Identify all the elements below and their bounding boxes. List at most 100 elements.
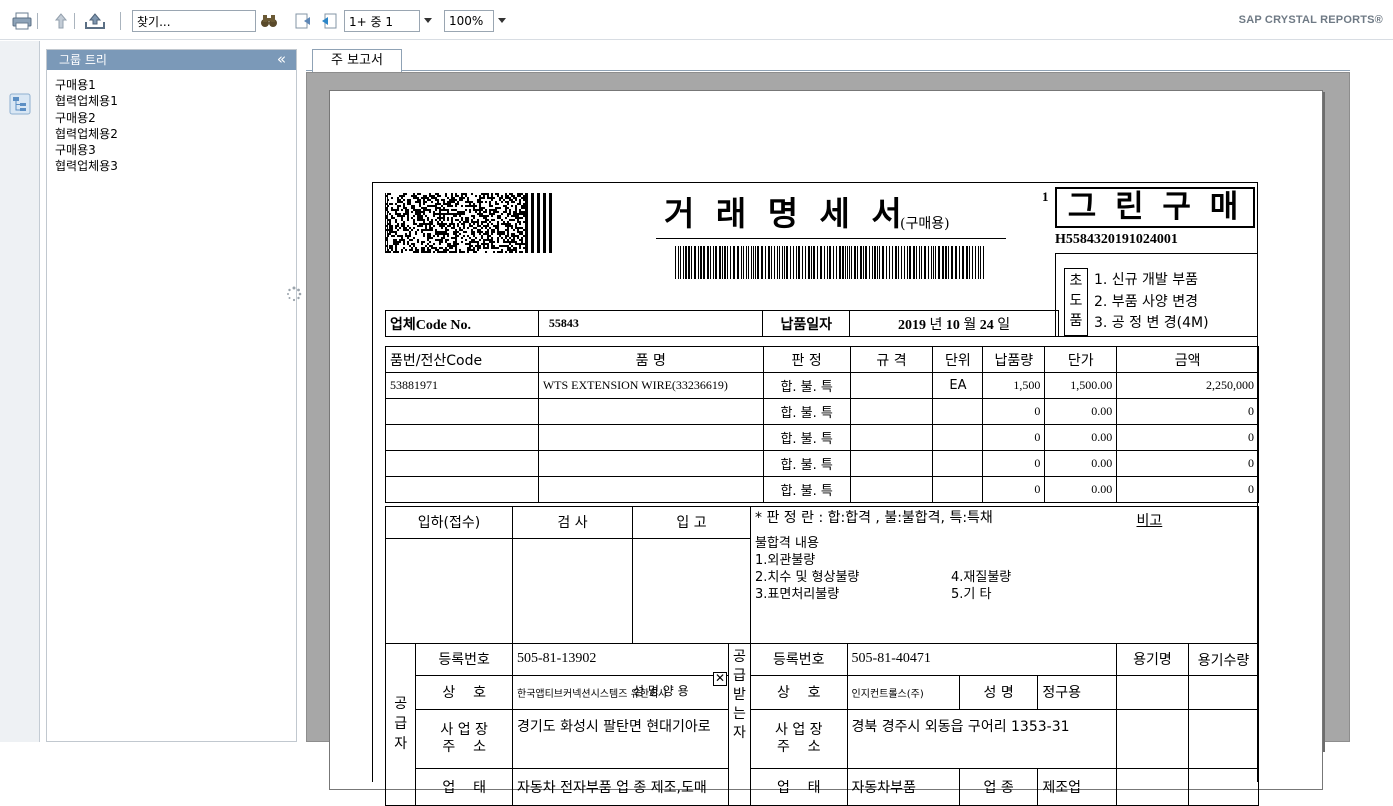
header-qty: 납품량	[982, 346, 1046, 373]
group-tree-item[interactable]: 협력업체용2	[55, 126, 296, 142]
page-number: 1	[1042, 189, 1049, 204]
initial-part-label: 초 도 품	[1064, 268, 1088, 336]
group-tree-toggle[interactable]	[9, 93, 31, 115]
cell-price: 0.00	[1044, 398, 1118, 425]
company-name: 그 린 구 매	[1055, 187, 1255, 228]
cell-unit	[932, 476, 984, 503]
supplier-reg-no: 505-81-13902	[512, 642, 729, 676]
loading-spinner-icon	[287, 286, 302, 302]
page-dropdown[interactable]	[422, 11, 434, 31]
page-number-field[interactable]: 1+ 중 1	[344, 10, 420, 32]
zoom-field[interactable]: 100%	[444, 10, 494, 32]
judgement-legend: * 판 정 란 : 합:합격 , 불:불합격, 특:특채	[755, 510, 993, 526]
report-tab-bar: 주 보고서	[306, 49, 1350, 72]
receiver-address: 경북 경주시 외동읍 구어리 1353-31	[846, 708, 1118, 770]
change-type-item: 2. 부품 사양 변경	[1094, 293, 1198, 310]
transaction-statement: 거 래 명 세 서 (구매용) 1 그 린 구 매 H5584320191024…	[372, 182, 1259, 806]
group-tree-item[interactable]: 구매용3	[55, 142, 296, 158]
cell-part-name: WTS EXTENSION WIRE(33236619)	[537, 372, 764, 399]
group-tree-header: 그룹 트리 «	[47, 50, 296, 70]
supplier-address: 경기도 화성시 팔탄면 현대기아로	[512, 708, 729, 770]
receiver-reg-no: 505-81-40471	[846, 642, 1118, 676]
cell-judgement: 합. 불. 특	[762, 424, 851, 451]
inspection-check: 검 사	[512, 506, 633, 539]
group-tree-panel: 그룹 트리 « 구매용1 협력업체용1 구매용2 협력업체용2 구매용3 협력업…	[46, 49, 297, 742]
inspection-stock: 입 고	[632, 506, 751, 539]
close-icon[interactable]: ✕	[713, 671, 727, 686]
header-unit: 단위	[932, 346, 984, 373]
cell-part-no	[385, 450, 539, 477]
cell-unit	[932, 424, 984, 451]
group-tree-item[interactable]: 협력업체용1	[55, 93, 296, 109]
search-button[interactable]	[258, 11, 280, 31]
prev-page-button[interactable]	[318, 11, 340, 31]
report-viewer[interactable]: 거 래 명 세 서 (구매용) 1 그 린 구 매 H5584320191024…	[306, 72, 1350, 806]
sap-crystal-reports-logo: SAP CRYSTAL REPORTS®	[1238, 14, 1383, 26]
receiver-label: 공 급 받 는 자	[728, 642, 751, 806]
chevron-down-icon	[424, 18, 432, 23]
supplier-label: 공 급 자	[384, 642, 417, 806]
delivery-date-label: 납품일자	[762, 310, 851, 337]
group-tree-list: 구매용1 협력업체용1 구매용2 협력업체용2 구매용3 협력업체용3	[47, 70, 296, 175]
search-input[interactable]: 찾기...	[132, 10, 256, 32]
cell-part-no	[385, 476, 539, 503]
export-button[interactable]	[80, 11, 110, 31]
cell-amount: 0	[1116, 424, 1259, 451]
cell-amount: 2,250,000	[1116, 372, 1259, 399]
remarks-label: 비고	[1136, 513, 1163, 529]
group-tree-item[interactable]: 협력업체용3	[55, 158, 296, 174]
receiver-name: 인지컨트롤스(주)	[846, 674, 960, 710]
table-row: 합. 불. 특 0 0.00 0	[385, 450, 1259, 477]
tab-main-report[interactable]: 주 보고서	[312, 49, 402, 72]
cell-part-name	[537, 450, 764, 477]
header-spec: 규 격	[849, 346, 934, 373]
cell-spec	[849, 450, 934, 477]
title-sub: (구매용)	[900, 216, 950, 232]
judgement-notes: * 판 정 란 : 합:합격 , 불:불합격, 특:특채 불합격 내용 1.외관…	[750, 506, 1117, 644]
first-page-button[interactable]	[292, 11, 314, 31]
cell-unit: EA	[932, 372, 984, 399]
cell-spec	[849, 398, 934, 425]
supplier-business: 자동차 전자부품 업 종 제조,도매	[512, 768, 729, 806]
vendor-label-en: Code No.	[415, 317, 471, 333]
page-first-icon	[295, 13, 310, 29]
toolbar: 찾기... 1+ 중 1 100% SAP CRYSTAL REPORTS®	[0, 0, 1393, 40]
vendor-info-table: 업체Code No. 55843 납품일자 2019 년 10 월 24 일	[385, 310, 1059, 337]
delivery-date: 2019 년 10 월 24 일	[849, 310, 1059, 337]
vendor-code: 55843	[537, 310, 764, 337]
header-part-name: 품 명	[537, 346, 764, 373]
page-prev-icon	[322, 13, 337, 29]
chevron-down-icon	[498, 18, 506, 23]
cell-price: 1,500.00	[1044, 372, 1118, 399]
cell-judgement: 합. 불. 특	[762, 450, 851, 477]
receiver-ceo: 정구용	[1037, 674, 1117, 710]
export-icon	[85, 13, 105, 29]
zoom-dropdown[interactable]	[496, 11, 508, 31]
up-level-button[interactable]	[50, 11, 72, 31]
group-tree-item[interactable]: 구매용2	[55, 110, 296, 126]
report-page: 거 래 명 세 서 (구매용) 1 그 린 구 매 H5584320191024…	[329, 90, 1323, 806]
cell-judgement: 합. 불. 특	[762, 372, 851, 399]
collapse-panel-button[interactable]: «	[277, 50, 286, 69]
group-tree-item[interactable]: 구매용1	[55, 77, 296, 93]
cell-amount: 0	[1116, 398, 1259, 425]
cell-qty: 0	[982, 476, 1046, 503]
defect-title: 불합격 내용	[755, 536, 819, 551]
print-button[interactable]	[6, 11, 46, 31]
cell-spec	[849, 476, 934, 503]
cell-judgement: 합. 불. 특	[762, 476, 851, 503]
document-title: 거 래 명 세 서 (구매용)	[656, 187, 1006, 239]
cell-qty: 0	[982, 450, 1046, 477]
cell-unit	[932, 398, 984, 425]
remarks-cell: 비고	[1116, 506, 1259, 644]
change-type-item: 3. 공 정 변 경(4M)	[1094, 315, 1209, 331]
cell-part-name	[537, 398, 764, 425]
vendor-label-ko: 업체	[390, 316, 416, 333]
cell-part-name	[537, 476, 764, 503]
cell-judgement: 합. 불. 특	[762, 398, 851, 425]
cell-price: 0.00	[1044, 424, 1118, 451]
barcode-linear	[675, 246, 984, 279]
title-main: 거 래 명 세 서	[664, 194, 907, 233]
cell-qty: 0	[982, 398, 1046, 425]
cell-unit	[932, 450, 984, 477]
